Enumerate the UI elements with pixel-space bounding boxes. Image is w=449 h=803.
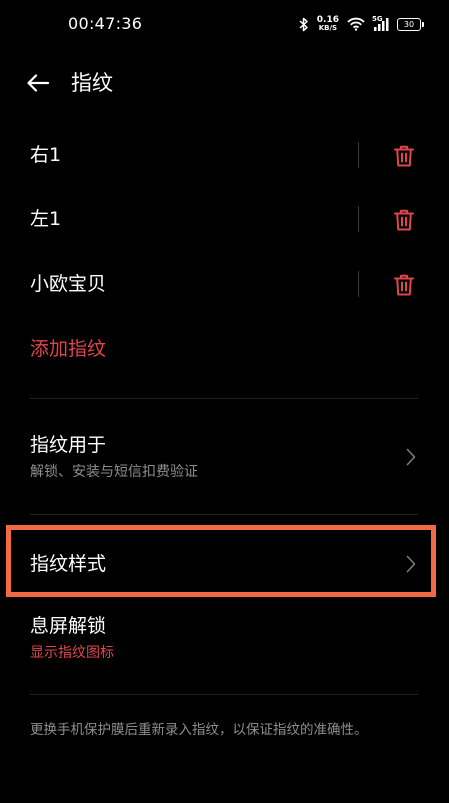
delete-fingerprint-button[interactable] xyxy=(390,143,418,169)
fingerprint-name: 左1 xyxy=(30,208,62,230)
screen-off-unlock-title: 息屏解锁 xyxy=(30,615,107,637)
fingerprint-style-title: 指纹样式 xyxy=(30,553,107,575)
divider xyxy=(30,514,418,515)
fingerprint-name: 小欧宝贝 xyxy=(30,273,107,295)
delete-fingerprint-button[interactable] xyxy=(390,272,418,298)
divider xyxy=(30,694,418,695)
network-speed-value: 0.16 xyxy=(316,15,339,25)
bluetooth-icon xyxy=(299,17,309,32)
divider xyxy=(358,206,359,232)
fingerprint-use-item[interactable]: 指纹用于 解锁、安装与短信扣费验证 xyxy=(30,432,420,488)
fingerprint-item[interactable]: 左1 xyxy=(30,197,420,241)
fingerprint-style-item[interactable]: 指纹样式 xyxy=(30,551,420,579)
status-bar: 00:47:36 0.16 KB/S 5G 30 xyxy=(0,0,449,48)
divider xyxy=(358,142,359,168)
header: 指纹 xyxy=(0,58,449,108)
screen-off-unlock-item[interactable]: 息屏解锁 显示指纹图标 xyxy=(30,613,420,667)
chevron-right-icon xyxy=(406,555,416,573)
network-speed-unit: KB/S xyxy=(318,24,338,32)
divider xyxy=(358,271,359,297)
cell-signal: 5G xyxy=(372,14,389,32)
trash-icon xyxy=(394,145,414,167)
status-time: 00:47:36 xyxy=(68,14,143,33)
arrow-left-icon xyxy=(27,74,50,92)
network-speed: 0.16 KB/S xyxy=(316,15,339,33)
delete-fingerprint-button[interactable] xyxy=(390,207,418,233)
network-type: 5G xyxy=(372,14,383,23)
wifi-icon xyxy=(347,17,365,31)
add-fingerprint-button[interactable]: 添加指纹 xyxy=(30,334,106,364)
fingerprint-name: 右1 xyxy=(30,144,62,166)
status-icons: 0.16 KB/S 5G 30 xyxy=(299,13,424,35)
page-title: 指纹 xyxy=(71,71,113,95)
fingerprint-use-subtitle: 解锁、安装与短信扣费验证 xyxy=(30,464,198,480)
fingerprint-use-title: 指纹用于 xyxy=(30,434,107,456)
screen-off-unlock-subtitle: 显示指纹图标 xyxy=(30,645,114,661)
divider xyxy=(30,398,418,399)
fingerprint-item[interactable]: 右1 xyxy=(30,133,420,177)
battery-indicator: 30 xyxy=(397,17,424,31)
fingerprint-item[interactable]: 小欧宝贝 xyxy=(30,262,420,306)
trash-icon xyxy=(394,209,414,231)
back-button[interactable] xyxy=(24,70,52,96)
chevron-right-icon xyxy=(406,448,416,466)
footer-note: 更换手机保护膜后重新录入指纹，以保证指纹的准确性。 xyxy=(30,722,368,738)
trash-icon xyxy=(394,274,414,296)
